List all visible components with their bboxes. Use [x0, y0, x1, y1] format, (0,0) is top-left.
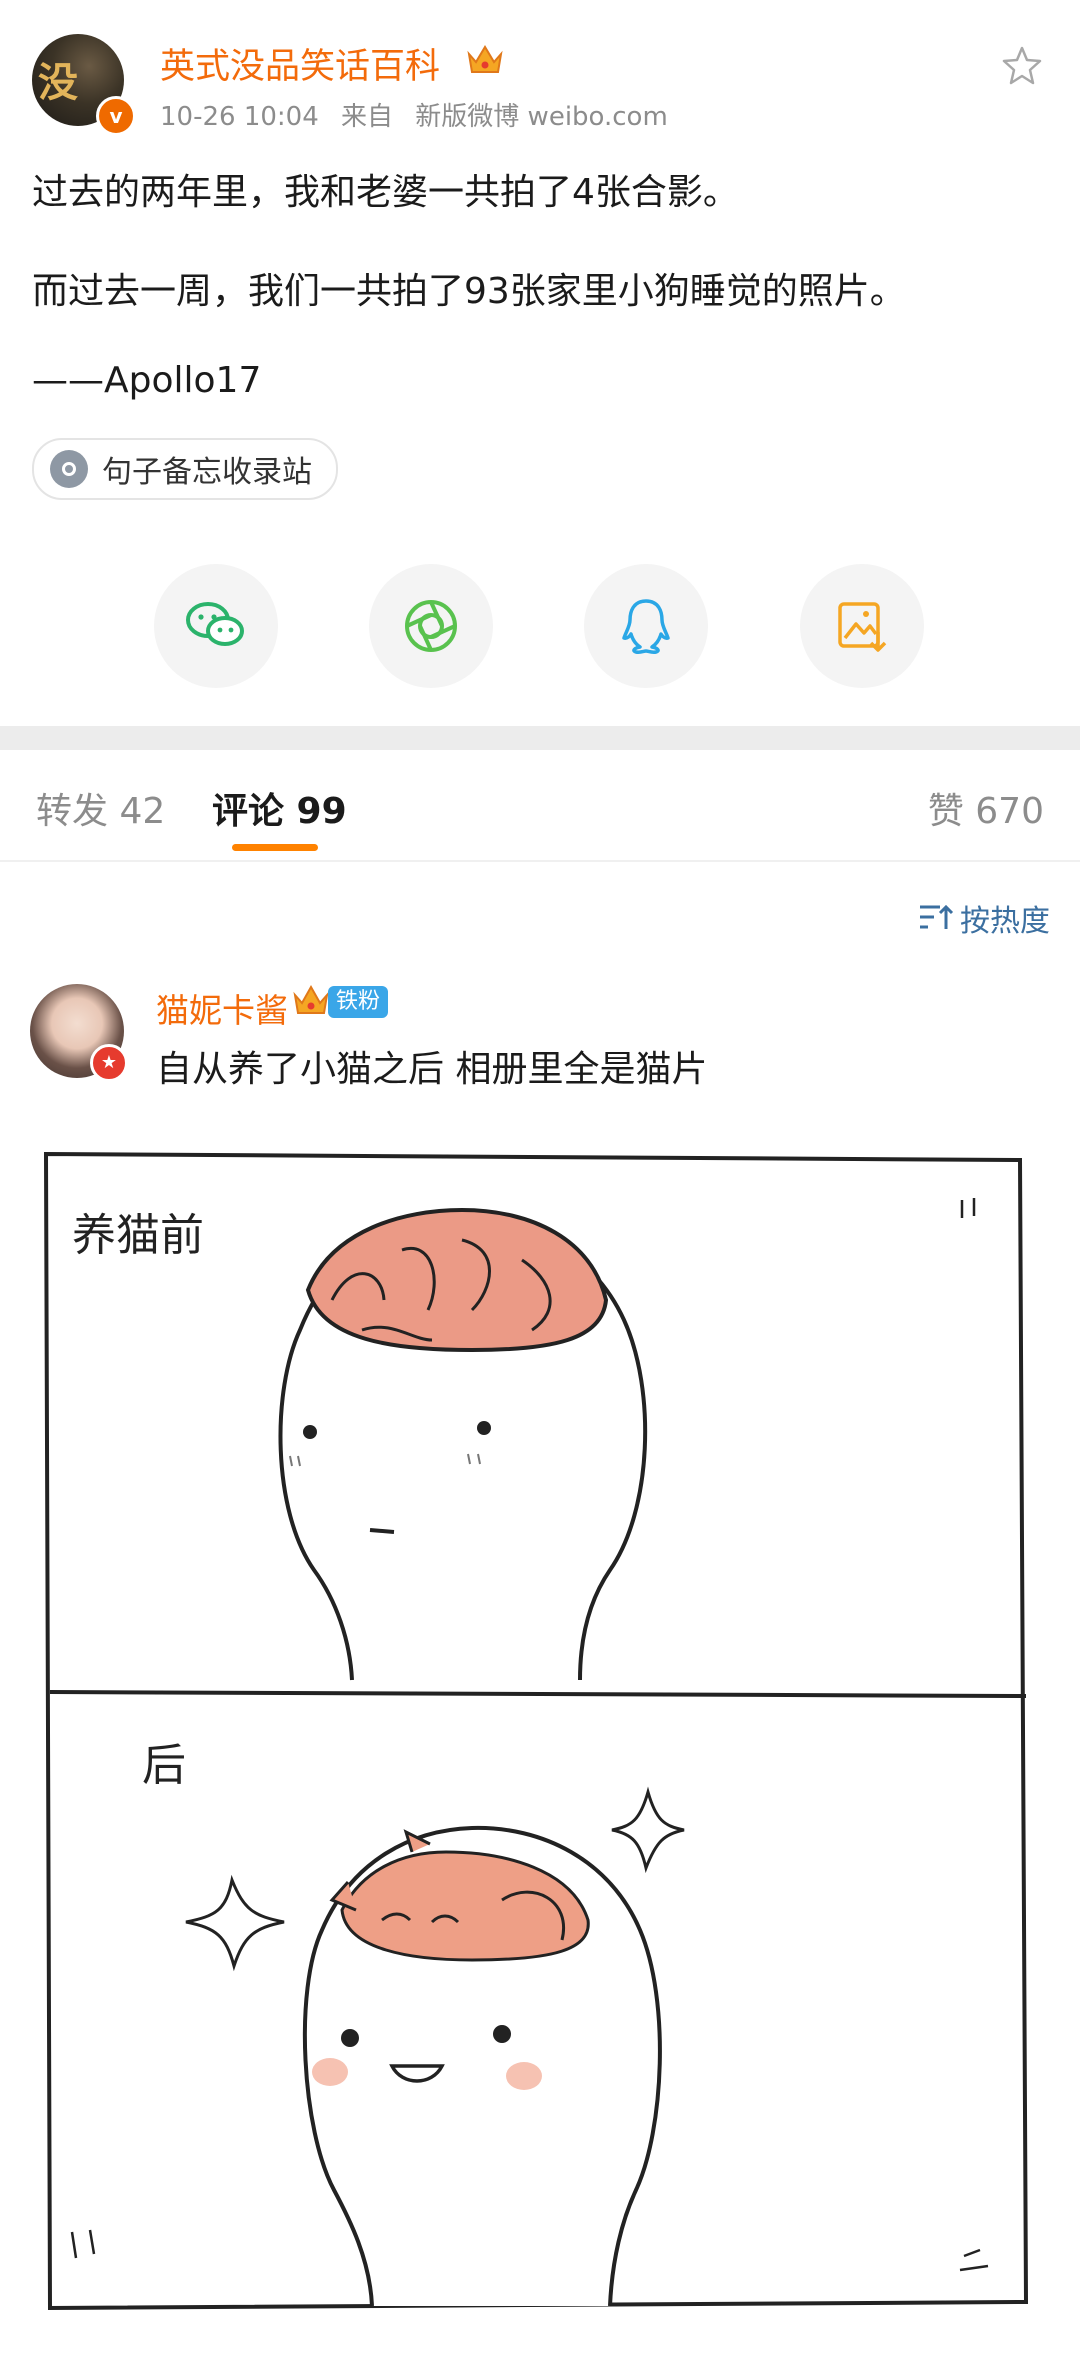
topic-tag-chip[interactable]: 句子备忘收录站	[32, 438, 338, 500]
tag-label: 句子备忘收录站	[102, 455, 312, 490]
save-image-icon	[838, 602, 887, 652]
panel-bottom-caption: 后	[142, 1740, 186, 1791]
share-qq-button[interactable]	[584, 564, 708, 688]
sort-icon	[920, 904, 954, 929]
crown-icon	[293, 984, 329, 1014]
avatar-glyph: 没	[38, 59, 78, 106]
post-text-signature: ——Apollo17	[32, 360, 262, 401]
tab-comments[interactable]: 评论 99	[212, 782, 347, 834]
favorite-star-icon[interactable]	[1000, 44, 1044, 88]
post-meta: 10-26 10:04 来自 新版微博 weibo.com	[160, 96, 682, 133]
active-tab-indicator	[232, 844, 318, 851]
verified-badge-icon: v	[96, 96, 136, 136]
post-source: 新版微博 weibo.com	[415, 102, 668, 132]
source-prefix: 来自	[341, 102, 394, 132]
qq-icon	[622, 599, 670, 655]
iron-fan-badge: 铁粉	[328, 986, 389, 1018]
tab-repost[interactable]: 转发 42	[36, 782, 165, 834]
post-text-line-2: 而过去一周，我们一共拍了93张家里小狗睡觉的照片。	[32, 271, 906, 312]
post-text-line-1: 过去的两年里，我和老婆一共拍了4张合影。	[32, 172, 739, 213]
comment-comic-image[interactable]: 养猫前 后	[32, 1140, 1052, 2340]
comment-text: 自从养了小猫之后 相册里全是猫片	[156, 1049, 708, 1090]
tag-icon	[50, 450, 88, 488]
sort-label: 按热度	[960, 904, 1050, 939]
post-time: 10-26 10:04	[160, 102, 319, 132]
crown-icon	[467, 45, 503, 73]
tab-likes[interactable]: 赞 670	[928, 782, 1044, 834]
wechat-icon	[186, 602, 244, 646]
author-name[interactable]: 英式没品笑话百科	[160, 38, 440, 89]
commenter-name[interactable]: 猫妮卡酱	[156, 984, 288, 1032]
sort-by-hot-button[interactable]: 按热度	[918, 896, 1050, 940]
share-wechat-button[interactable]	[154, 564, 278, 688]
panel-top-caption: 养猫前	[72, 1210, 204, 1261]
post-header: 没 v 英式没品笑话百科 10-26 10:04 来自 新版微博 weibo.c…	[0, 0, 1080, 150]
tabs-divider	[0, 860, 1080, 862]
member-badge-icon	[90, 1044, 128, 1082]
section-divider	[0, 726, 1080, 750]
moments-icon	[405, 600, 457, 652]
save-image-button[interactable]	[800, 564, 924, 688]
share-moments-button[interactable]	[369, 564, 493, 688]
